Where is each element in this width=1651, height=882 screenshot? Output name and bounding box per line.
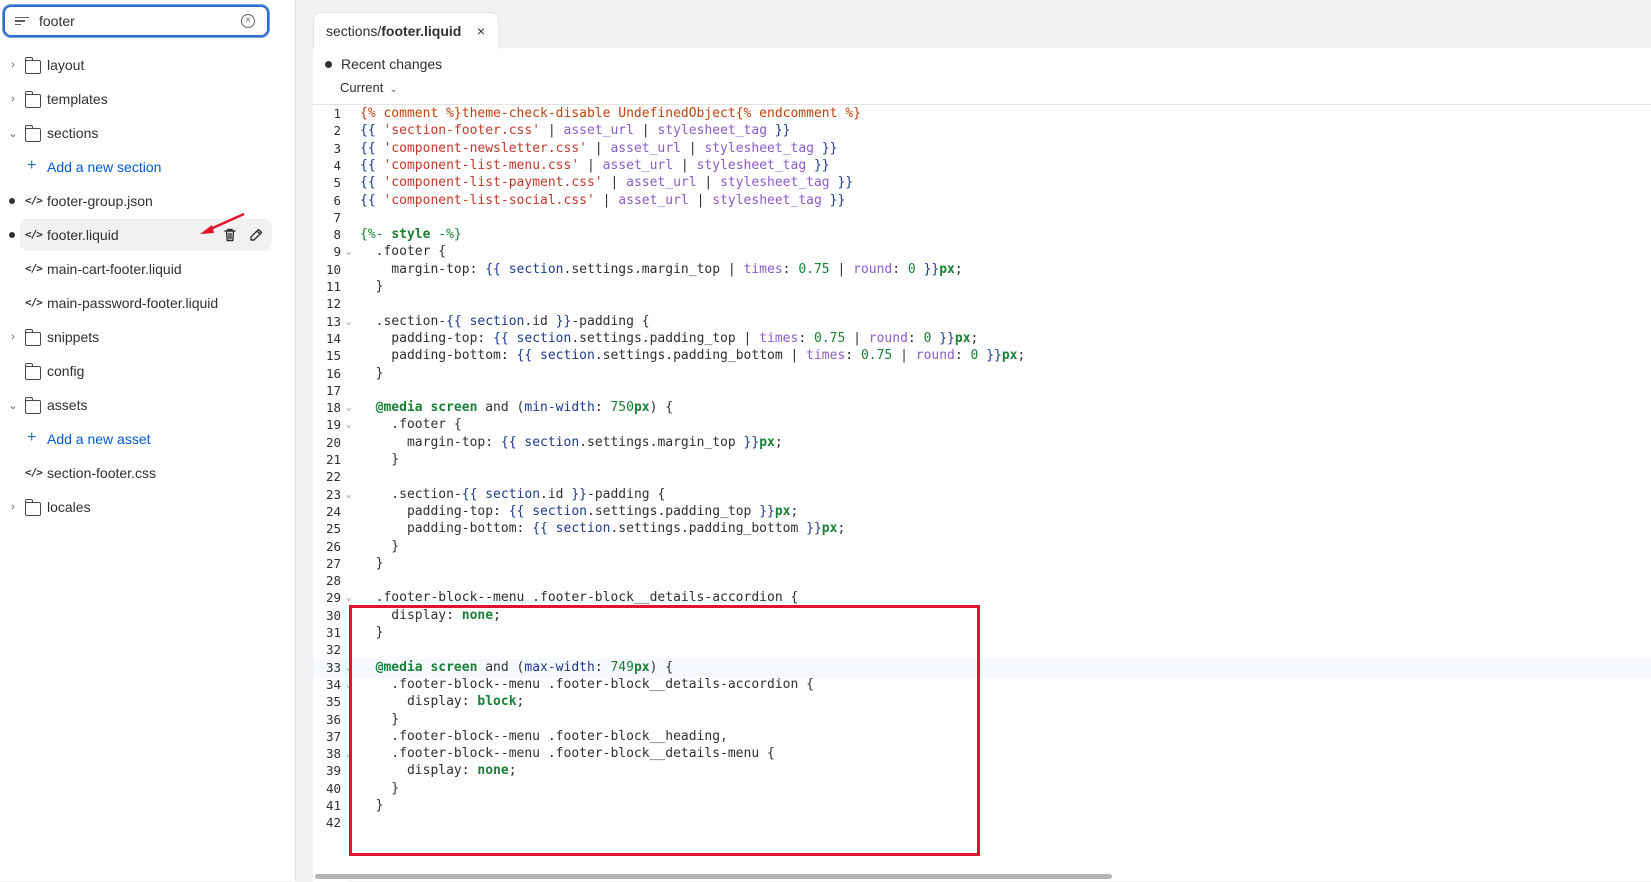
code-line: 14 padding-top: {{ section.settings.padd… [325, 330, 979, 346]
chevron-down-icon[interactable]: ⌄ [8, 127, 18, 140]
code-line: 25 padding-bottom: {{ section.settings.p… [325, 521, 846, 537]
add-label[interactable]: Add a new asset [47, 431, 151, 447]
folder-label: sections [47, 125, 99, 141]
code-line: 8 {%- style -%} [333, 227, 462, 243]
clear-search-icon[interactable]: × [241, 14, 255, 28]
tab-path: sections/footer.liquid [326, 23, 462, 39]
chevron-right-icon[interactable]: › [8, 93, 18, 105]
code-line: 3{{ 'component-newsletter.css' | asset_u… [333, 140, 838, 156]
code-file-icon: </> [25, 228, 43, 241]
version-select-value: Current [340, 80, 384, 95]
code-line: 18 ⌄ @media screen and (min-width: 750px)… [325, 400, 674, 416]
code-file-icon: </> [25, 194, 43, 207]
folder-templates[interactable]: › templates [0, 83, 295, 115]
folder-label: snippets [47, 329, 100, 345]
file-label: main-password-footer.liquid [47, 295, 219, 311]
file-label: footer.liquid [47, 227, 119, 243]
red-arrow-icon [200, 212, 245, 234]
code-line: 22 [325, 469, 341, 485]
file-label: section-footer.css [47, 465, 156, 481]
tab-footer-liquid[interactable]: sections/footer.liquid × [313, 12, 499, 49]
close-tab-icon[interactable]: × [477, 23, 485, 39]
folder-icon [24, 363, 41, 380]
plus-icon: + [27, 429, 37, 446]
code-line: 1 {% comment %}theme-check-disable Undefi… [333, 106, 861, 121]
folder-label: locales [47, 499, 91, 515]
code-line: 15 padding-bottom: {{ section.settings.p… [325, 348, 1026, 364]
code-line: 7 [333, 209, 341, 225]
code-line: 6{{ 'component-list-social.css' | asset_… [333, 192, 846, 208]
folder-assets[interactable]: ⌄ assets [0, 389, 295, 421]
file-search[interactable]: × [3, 5, 269, 37]
chevron-down-icon: ⌄ [389, 84, 398, 95]
code-line: 2{{ 'section-footer.css' | asset_url | s… [333, 123, 791, 139]
folder-snippets[interactable]: › snippets [0, 321, 295, 353]
code-line: 4{{ 'component-list-menu.css' | asset_ur… [333, 157, 830, 173]
code-line: 10 margin-top: {{ section.settings.margi… [325, 261, 963, 277]
recent-changes: Recent changes [325, 56, 442, 72]
code-file-icon: </> [25, 296, 43, 309]
add-asset-link[interactable]: + Add a new asset [0, 423, 295, 455]
code-line: 12 [325, 296, 341, 312]
search-input[interactable] [39, 13, 239, 29]
file-section-footer-css[interactable]: </> section-footer.css [0, 457, 295, 489]
folder-locales[interactable]: › locales [0, 491, 295, 523]
folder-label: templates [47, 91, 108, 107]
code-file-icon: </> [25, 466, 43, 479]
folder-icon [24, 57, 41, 74]
chevron-right-icon[interactable]: › [8, 59, 18, 71]
file-label: footer-group.json [47, 193, 153, 209]
filter-icon [15, 13, 31, 29]
code-line: 21 } [325, 452, 400, 467]
file-footer-liquid-row[interactable]: </> footer.liquid [0, 219, 295, 251]
folder-icon [24, 329, 41, 346]
tab-bar [299, 0, 1651, 48]
unsaved-dot-icon [9, 198, 15, 204]
folder-label: assets [47, 397, 88, 413]
folder-icon [24, 499, 41, 516]
folder-label: layout [47, 57, 85, 73]
file-label: main-cart-footer.liquid [47, 261, 182, 277]
file-sidebar: × › layout › templates ⌄ sections + Add … [0, 0, 296, 881]
horizontal-scrollbar[interactable] [315, 874, 1112, 879]
code-line: 9 ⌄ .footer { [333, 244, 447, 260]
add-label[interactable]: Add a new section [47, 159, 161, 175]
add-section-link[interactable]: + Add a new section [0, 151, 295, 183]
folder-icon [24, 125, 41, 142]
chevron-down-icon[interactable]: ⌄ [8, 399, 18, 412]
folder-layout[interactable]: › layout [0, 49, 295, 81]
plus-icon: + [27, 157, 37, 174]
annotation-highlight-box [349, 605, 980, 856]
unsaved-dot-icon [9, 232, 15, 238]
code-line: 27 } [325, 555, 384, 571]
file-footer-group-json[interactable]: </> footer-group.json [0, 185, 295, 217]
code-line: 13 ⌄ .section-{{ section.id }}-padding { [325, 313, 650, 329]
code-line: 11 } [325, 279, 384, 294]
folder-label: config [47, 363, 85, 379]
folder-icon [24, 91, 41, 108]
code-line: 20 margin-top: {{ section.settings.margi… [325, 434, 783, 450]
folder-sections[interactable]: ⌄ sections [0, 117, 295, 149]
file-main-cart-footer[interactable]: </> main-cart-footer.liquid [0, 253, 295, 285]
code-line: 5{{ 'component-list-payment.css' | asset… [333, 175, 854, 191]
code-line: 28 [325, 573, 341, 589]
code-line: 19 ⌄ .footer { [325, 417, 462, 433]
version-select[interactable]: Current ⌄ [340, 80, 398, 95]
bullet-dot-icon [325, 60, 332, 68]
code-line: 24 padding-top: {{ section.settings.padd… [325, 503, 799, 519]
code-line: 17 [325, 382, 341, 398]
chevron-right-icon[interactable]: › [8, 331, 18, 343]
recent-changes-label: Recent changes [341, 56, 443, 72]
chevron-right-icon[interactable]: › [8, 501, 18, 513]
folder-config[interactable]: config [0, 355, 295, 387]
pencil-icon[interactable] [248, 227, 264, 243]
code-file-icon: </> [25, 262, 43, 275]
code-line: 26 } [325, 538, 400, 554]
file-main-password-footer[interactable]: </> main-password-footer.liquid [0, 287, 295, 319]
code-line: 23 ⌄ .section-{{ section.id }}-padding { [325, 486, 666, 502]
code-line: 16 } [325, 365, 384, 381]
folder-icon [24, 397, 41, 414]
